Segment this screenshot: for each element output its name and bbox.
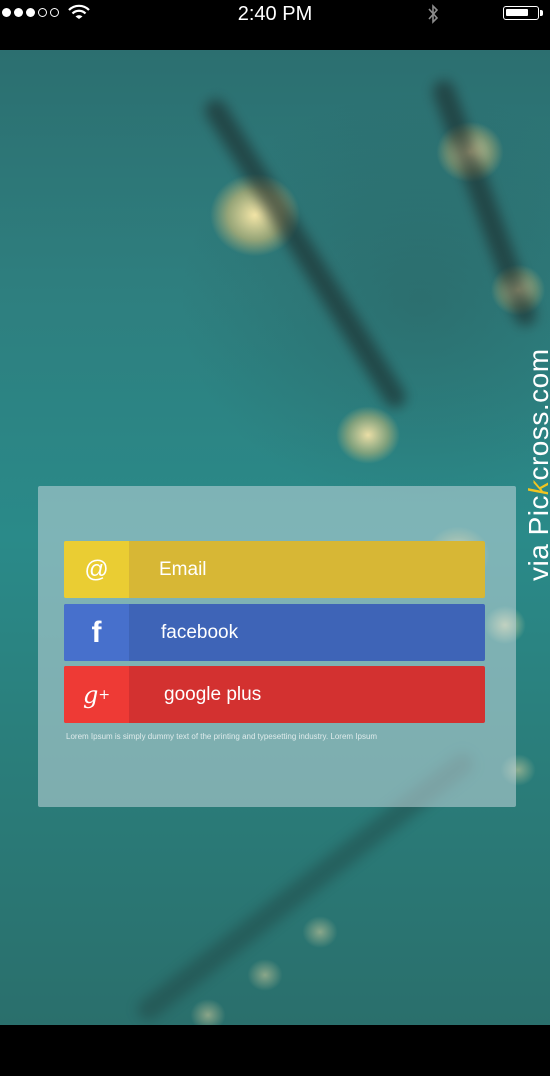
facebook-icon: f: [64, 604, 129, 661]
watermark: via Pickcross.com: [523, 348, 550, 581]
email-login-button[interactable]: @ Email: [64, 541, 485, 598]
login-panel: @ Email f facebook g + google plus Lorem …: [38, 486, 516, 807]
at-icon: @: [64, 541, 129, 598]
facebook-login-button[interactable]: f facebook: [64, 604, 485, 661]
light-string: [429, 77, 540, 330]
status-bar: 2:40 PM: [0, 0, 550, 28]
status-time: 2:40 PM: [237, 3, 313, 25]
battery-icon: [503, 6, 539, 20]
google-plus-icon: g +: [64, 666, 129, 723]
email-login-label: Email: [159, 558, 207, 580]
battery-tip: [540, 10, 543, 16]
bluetooth-icon: [428, 4, 439, 24]
facebook-login-label: facebook: [161, 621, 239, 643]
google-plus-login-label: google plus: [164, 683, 262, 705]
disclaimer-text: Lorem Ipsum is simply dummy text of the …: [66, 732, 378, 741]
google-plus-login-button[interactable]: g + google plus: [64, 666, 485, 723]
light-string: [200, 95, 411, 413]
